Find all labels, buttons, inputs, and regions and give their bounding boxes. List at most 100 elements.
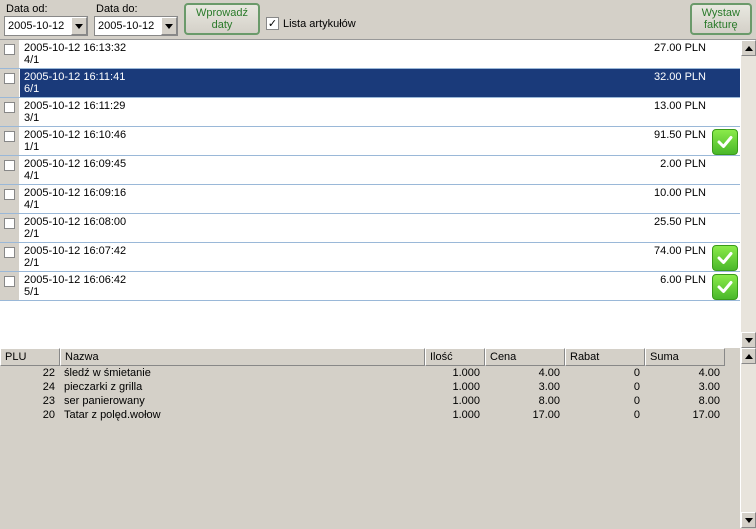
cell-sum: 3.00 bbox=[645, 380, 725, 394]
header-name[interactable]: Nazwa bbox=[60, 348, 425, 366]
date-from-select[interactable]: 2005-10-12 bbox=[4, 16, 88, 36]
header-plu[interactable]: PLU bbox=[0, 348, 60, 366]
cell-price: 17.00 bbox=[485, 408, 565, 422]
row-price: 32.00 PLN bbox=[654, 71, 736, 83]
cell-price: 8.00 bbox=[485, 394, 565, 408]
row-price: 2.00 PLN bbox=[660, 158, 736, 170]
row-content[interactable]: 2005-10-12 16:11:2913.00 PLN3/1 bbox=[20, 98, 740, 126]
grid-row[interactable]: 20Tatar z polęd.wołow1.00017.00017.00 bbox=[0, 408, 740, 422]
receipt-row[interactable]: 2005-10-12 16:13:3227.00 PLN4/1 bbox=[0, 40, 740, 69]
cell-plu: 23 bbox=[0, 394, 60, 408]
cell-plu: 20 bbox=[0, 408, 60, 422]
row-sub: 4/1 bbox=[24, 170, 736, 182]
cell-qty: 1.000 bbox=[425, 408, 485, 422]
article-list-label: Lista artykułów bbox=[283, 18, 356, 30]
row-content[interactable]: 2005-10-12 16:06:426.00 PLN5/1 bbox=[20, 272, 740, 300]
cell-name: ser panierowany bbox=[60, 394, 425, 408]
header-rabat[interactable]: Rabat bbox=[565, 348, 645, 366]
check-ok-icon bbox=[712, 274, 738, 300]
row-sub: 2/1 bbox=[24, 228, 736, 240]
row-sub: 3/1 bbox=[24, 112, 736, 124]
row-content[interactable]: 2005-10-12 16:07:4274.00 PLN2/1 bbox=[20, 243, 740, 271]
row-checkbox[interactable] bbox=[0, 156, 20, 184]
cell-price: 4.00 bbox=[485, 366, 565, 380]
row-content[interactable]: 2005-10-12 16:09:452.00 PLN4/1 bbox=[20, 156, 740, 184]
receipt-row[interactable]: 2005-10-12 16:09:1610.00 PLN4/1 bbox=[0, 185, 740, 214]
row-date: 2005-10-12 16:11:29 bbox=[24, 100, 654, 112]
row-checkbox[interactable] bbox=[0, 243, 20, 271]
scroll-down-icon[interactable] bbox=[741, 332, 756, 348]
cell-name: śledź w śmietanie bbox=[60, 366, 425, 380]
cell-qty: 1.000 bbox=[425, 366, 485, 380]
invoice-button[interactable]: Wystawfakturę bbox=[690, 3, 752, 35]
grid-row[interactable]: 23ser panierowany1.0008.0008.00 bbox=[0, 394, 740, 408]
receipt-list[interactable]: 2005-10-12 16:13:3227.00 PLN4/12005-10-1… bbox=[0, 40, 740, 348]
receipt-row[interactable]: 2005-10-12 16:11:2913.00 PLN3/1 bbox=[0, 98, 740, 127]
chevron-down-icon[interactable] bbox=[161, 17, 177, 35]
detail-grid-pane: PLU Nazwa Ilość Cena Rabat Suma 22śledź … bbox=[0, 348, 756, 528]
chevron-down-icon[interactable] bbox=[71, 17, 87, 35]
scroll-down-icon[interactable] bbox=[741, 512, 756, 528]
row-content[interactable]: 2005-10-12 16:13:3227.00 PLN4/1 bbox=[20, 40, 740, 68]
grid-row[interactable]: 22śledź w śmietanie1.0004.0004.00 bbox=[0, 366, 740, 380]
row-sub: 4/1 bbox=[24, 199, 736, 211]
checkbox-icon[interactable]: ✓ bbox=[266, 17, 279, 30]
cell-qty: 1.000 bbox=[425, 380, 485, 394]
receipt-row[interactable]: 2005-10-12 16:07:4274.00 PLN2/1 bbox=[0, 243, 740, 272]
row-checkbox[interactable] bbox=[0, 40, 20, 68]
article-list-checkbox-wrap[interactable]: ✓ Lista artykułów bbox=[266, 17, 356, 30]
row-checkbox[interactable] bbox=[0, 98, 20, 126]
row-date: 2005-10-12 16:08:00 bbox=[24, 216, 654, 228]
row-price: 13.00 PLN bbox=[654, 100, 736, 112]
receipt-list-pane: 2005-10-12 16:13:3227.00 PLN4/12005-10-1… bbox=[0, 40, 756, 348]
receipt-row[interactable]: 2005-10-12 16:06:426.00 PLN5/1 bbox=[0, 272, 740, 301]
row-checkbox[interactable] bbox=[0, 214, 20, 242]
row-price: 25.50 PLN bbox=[654, 216, 736, 228]
receipt-row[interactable]: 2005-10-12 16:08:0025.50 PLN2/1 bbox=[0, 214, 740, 243]
cell-plu: 24 bbox=[0, 380, 60, 394]
row-sub: 5/1 bbox=[24, 286, 736, 298]
grid-body: 22śledź w śmietanie1.0004.0004.0024piecz… bbox=[0, 366, 740, 422]
header-qty[interactable]: Ilość bbox=[425, 348, 485, 366]
grid-header: PLU Nazwa Ilość Cena Rabat Suma bbox=[0, 348, 740, 366]
row-content[interactable]: 2005-10-12 16:09:1610.00 PLN4/1 bbox=[20, 185, 740, 213]
cell-qty: 1.000 bbox=[425, 394, 485, 408]
receipt-row[interactable]: 2005-10-12 16:11:4132.00 PLN6/1 bbox=[0, 69, 740, 98]
cell-sum: 4.00 bbox=[645, 366, 725, 380]
receipt-row[interactable]: 2005-10-12 16:09:452.00 PLN4/1 bbox=[0, 156, 740, 185]
grid-row[interactable]: 24pieczarki z grilla1.0003.0003.00 bbox=[0, 380, 740, 394]
row-date: 2005-10-12 16:10:46 bbox=[24, 129, 654, 141]
header-sum[interactable]: Suma bbox=[645, 348, 725, 366]
row-content[interactable]: 2005-10-12 16:08:0025.50 PLN2/1 bbox=[20, 214, 740, 242]
date-to-select[interactable]: 2005-10-12 bbox=[94, 16, 178, 36]
date-from-value: 2005-10-12 bbox=[5, 18, 71, 34]
grid-scrollbar[interactable] bbox=[740, 348, 756, 528]
cell-price: 3.00 bbox=[485, 380, 565, 394]
check-ok-icon bbox=[712, 245, 738, 271]
list-scrollbar[interactable] bbox=[740, 40, 756, 348]
cell-rabat: 0 bbox=[565, 366, 645, 380]
row-content[interactable]: 2005-10-12 16:10:4691.50 PLN1/1 bbox=[20, 127, 740, 155]
row-checkbox[interactable] bbox=[0, 185, 20, 213]
cell-name: Tatar z polęd.wołow bbox=[60, 408, 425, 422]
enter-dates-button[interactable]: Wprowadźdaty bbox=[184, 3, 260, 35]
row-date: 2005-10-12 16:13:32 bbox=[24, 42, 654, 54]
scroll-up-icon[interactable] bbox=[741, 348, 756, 364]
row-sub: 6/1 bbox=[24, 83, 736, 95]
row-content[interactable]: 2005-10-12 16:11:4132.00 PLN6/1 bbox=[20, 69, 740, 97]
row-date: 2005-10-12 16:09:45 bbox=[24, 158, 660, 170]
check-ok-icon bbox=[712, 129, 738, 155]
date-to-value: 2005-10-12 bbox=[95, 18, 161, 34]
row-date: 2005-10-12 16:11:41 bbox=[24, 71, 654, 83]
row-checkbox[interactable] bbox=[0, 272, 20, 300]
scroll-up-icon[interactable] bbox=[741, 40, 756, 56]
cell-name: pieczarki z grilla bbox=[60, 380, 425, 394]
scroll-track[interactable] bbox=[741, 364, 756, 512]
row-checkbox[interactable] bbox=[0, 69, 20, 97]
cell-sum: 17.00 bbox=[645, 408, 725, 422]
date-from-group: Data od: 2005-10-12 bbox=[4, 3, 88, 36]
receipt-row[interactable]: 2005-10-12 16:10:4691.50 PLN1/1 bbox=[0, 127, 740, 156]
header-price[interactable]: Cena bbox=[485, 348, 565, 366]
scroll-track[interactable] bbox=[741, 56, 756, 332]
row-checkbox[interactable] bbox=[0, 127, 20, 155]
